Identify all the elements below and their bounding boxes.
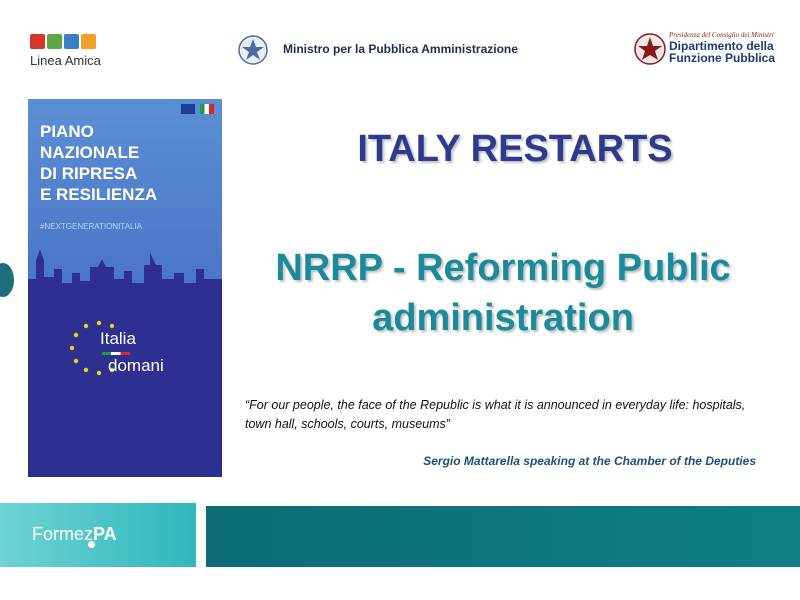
footer-bar: [206, 506, 800, 567]
dfp-emblem-icon: [634, 33, 666, 65]
dfp-presidency-text: Presidenza del Consiglio dei Ministri: [669, 31, 774, 39]
poster-title: PIANO NAZIONALE DI RIPRESA E RESILIENZA: [40, 122, 158, 204]
pa-logo-text: PA: [93, 524, 117, 544]
quote-text: “For our people, the face of the Republi…: [245, 398, 746, 431]
page-subtitle: NRRP - Reforming Public administration: [275, 247, 731, 339]
linea-amica-icons: [30, 34, 96, 49]
tricolor-bar: [102, 352, 130, 355]
ministry-title: Ministro per la Pubblica Amministrazione: [283, 42, 518, 56]
italy-emblem-icon: [200, 104, 214, 114]
quote-attribution: Sergio Mattarella speaking at the Chambe…: [423, 454, 756, 468]
phone-icon: [47, 34, 62, 49]
linea-amica-logo-text: Linea Amica: [30, 53, 101, 68]
dfp-title: Dipartimento della Funzione Pubblica: [669, 40, 775, 64]
dfp-title-line2: Funzione Pubblica: [669, 51, 776, 65]
italia-domani-logo-line2: domani: [108, 356, 164, 375]
page-title: ITALY RESTARTS: [357, 128, 673, 170]
skyline-icon: [28, 249, 222, 309]
poster-hashtag: #NEXTGENERATIONITALIA: [40, 222, 142, 231]
pnrr-poster: PIANO NAZIONALE DI RIPRESA E RESILIENZA …: [28, 99, 222, 477]
republic-emblem-icon: [238, 35, 268, 65]
formez-logo-text: Formez: [32, 524, 94, 544]
email-icon: [81, 34, 96, 49]
formez-dot-icon: [88, 541, 95, 548]
building-icon: [30, 34, 45, 49]
mobile-icon: [64, 34, 79, 49]
slide-edge-marker: [0, 263, 14, 297]
formez-pa-logo: FormezPA: [32, 524, 117, 545]
italia-domani-logo-line1: Italia: [100, 329, 136, 348]
eu-flag-icon: [181, 104, 195, 114]
